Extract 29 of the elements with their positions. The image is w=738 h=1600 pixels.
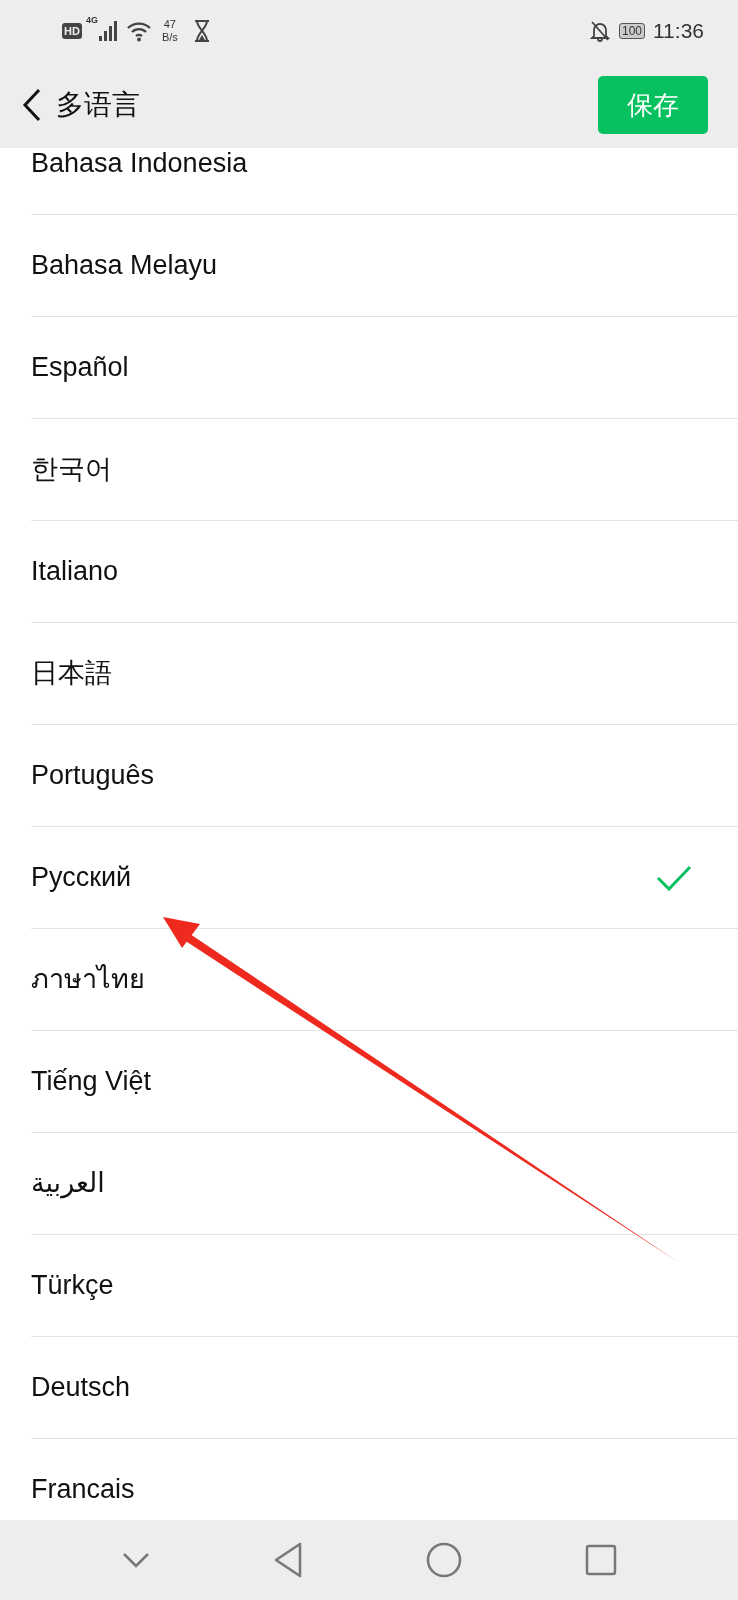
- language-item[interactable]: ภาษาไทย: [0, 929, 738, 1030]
- home-icon[interactable]: [425, 1542, 462, 1578]
- clock: 11:36: [653, 18, 704, 45]
- hourglass-icon: [193, 20, 210, 42]
- language-item[interactable]: 日本語: [0, 623, 738, 724]
- language-item[interactable]: Italiano: [0, 521, 738, 622]
- language-item[interactable]: Русский: [0, 827, 738, 928]
- bell-off-icon: [588, 20, 611, 42]
- hd-indicator: HD: [62, 23, 82, 39]
- language-item[interactable]: Bahasa Indonesia: [0, 148, 738, 214]
- language-item[interactable]: Bahasa Melayu: [0, 215, 738, 316]
- language-item[interactable]: Tiếng Việt: [0, 1031, 738, 1132]
- battery-indicator: 100: [618, 23, 645, 39]
- network-type: 4G: [85, 14, 98, 27]
- speed-unit: B/s: [161, 31, 178, 44]
- language-item[interactable]: العربية: [0, 1133, 738, 1234]
- language-item[interactable]: 한국어: [0, 419, 738, 520]
- language-item[interactable]: Türkçe: [0, 1235, 738, 1336]
- chevron-down-icon[interactable]: [121, 1552, 150, 1568]
- language-item[interactable]: Deutsch: [0, 1337, 738, 1438]
- back-icon[interactable]: [22, 88, 42, 122]
- recent-apps-icon[interactable]: [584, 1544, 617, 1576]
- page-title: 多语言: [56, 88, 140, 122]
- language-item[interactable]: Francais: [0, 1439, 738, 1520]
- signal-icon: [97, 20, 118, 42]
- wifi-icon: [125, 20, 152, 42]
- language-item[interactable]: Español: [0, 317, 738, 418]
- language-item[interactable]: Português: [0, 725, 738, 826]
- speed-value: 47: [163, 18, 176, 31]
